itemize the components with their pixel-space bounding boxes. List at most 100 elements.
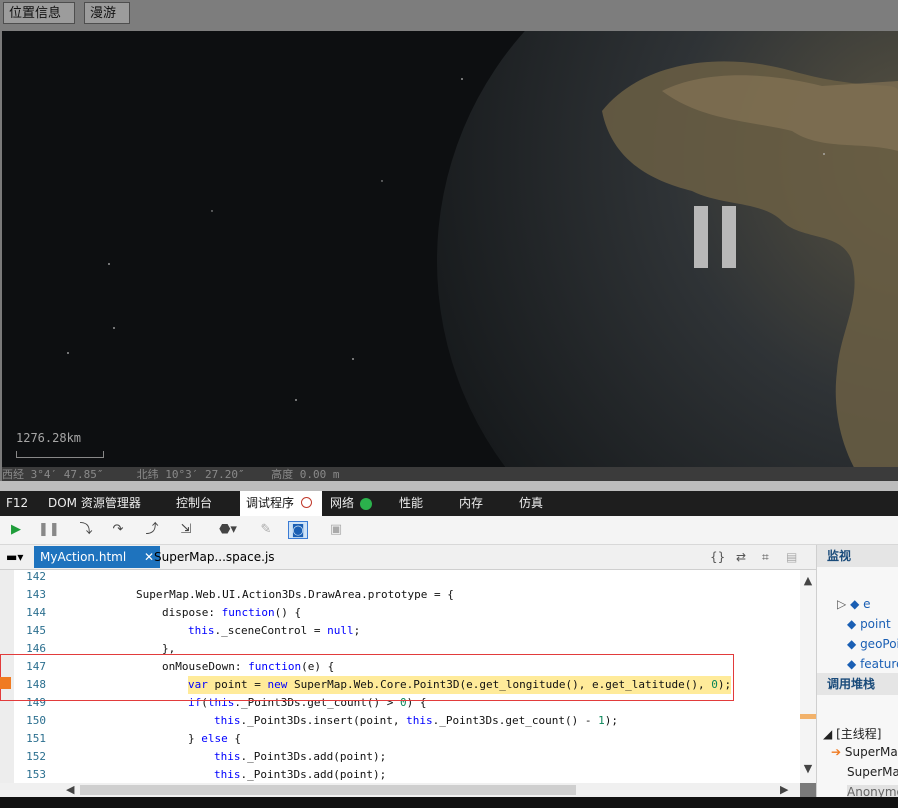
just-my-code-icon[interactable]: ◙	[288, 521, 308, 539]
continue-icon[interactable]: ▶	[6, 521, 26, 539]
right-panel: 监视 ▷ ◆ e ◆ point ◆ geoPoi ◆ feature 调用堆栈…	[816, 545, 898, 808]
tab-debugger-label: 调试程序	[246, 496, 295, 510]
scroll-up-icon[interactable]: ▲	[800, 574, 816, 587]
object-icon: ◆	[847, 657, 857, 671]
line-number: 142	[26, 570, 46, 583]
code-line-144: 144 dispose: function() {	[0, 604, 800, 622]
code-line-145: 145 this._sceneControl = null;	[0, 622, 800, 640]
breakpoint-arrow-icon[interactable]	[0, 677, 11, 689]
line-number: 143	[26, 588, 46, 601]
collapse-icon[interactable]: ◢	[823, 727, 832, 741]
object-icon: ◆	[847, 637, 857, 651]
tab-supermap-js[interactable]: SuperMap...space.js	[148, 546, 281, 568]
devtools-tabbar: F12 DOM 资源管理器 控制台 调试程序 网络 性能 内存 仿真	[0, 491, 898, 516]
line-number: 153	[26, 768, 46, 781]
object-icon: ◆	[847, 617, 857, 631]
horizontal-scroll-thumb[interactable]	[80, 785, 576, 795]
callstack-frame[interactable]: SuperMap	[847, 765, 898, 779]
scroll-left-icon[interactable]: ◀	[66, 783, 74, 796]
current-line-highlight-box	[0, 654, 734, 701]
tab-console[interactable]: 控制台	[170, 491, 218, 516]
exception-behavior-icon[interactable]: ⬣▾	[214, 521, 242, 539]
callstack-frame[interactable]: ➔ SuperMap	[831, 745, 898, 759]
code-line-151: 151 } else {	[0, 730, 800, 748]
watch-label: point	[860, 617, 891, 631]
line-number: 145	[26, 624, 46, 637]
watch-item-feature[interactable]: ◆ feature	[847, 657, 898, 671]
pause-bar-left	[694, 206, 708, 268]
scale-bar	[16, 451, 104, 458]
line-code: } else {	[188, 732, 241, 745]
line-code: this._Point3Ds.insert(point, this._Point…	[214, 714, 619, 727]
disable-breakpoints-icon[interactable]: ✎	[256, 521, 276, 539]
expand-icon[interactable]: ▷	[837, 597, 846, 611]
tab-myaction-label: MyAction.html	[40, 550, 127, 564]
thread-item[interactable]: ◢ [主线程]	[823, 725, 881, 742]
code-line-143: 143 SuperMap.Web.UI.Action3Ds.DrawArea.pr…	[0, 586, 800, 604]
watch-label: feature	[860, 657, 898, 671]
line-code: SuperMap.Web.UI.Action3Ds.DrawArea.proto…	[136, 588, 454, 601]
pretty-print-icon[interactable]: {}	[704, 546, 731, 568]
tab-debugger[interactable]: 调试程序	[240, 491, 322, 516]
step-out-icon[interactable]: ⤴	[142, 521, 162, 539]
break-on-new-worker-icon[interactable]: ⇲	[176, 521, 196, 539]
step-into-icon[interactable]: ⤵	[76, 521, 96, 539]
scroll-down-icon[interactable]: ▼	[800, 762, 816, 775]
scroll-marker	[800, 714, 816, 719]
scroll-right-icon[interactable]: ▶	[780, 783, 788, 796]
debugger-toolbar: ▶ ❚❚ ⤵ ↷ ⤴ ⇲ ⬣▾ ✎ ◙ ▣	[0, 516, 898, 545]
line-code: this._Point3Ds.add(point);	[214, 750, 387, 763]
code-line-142: 142	[0, 570, 800, 586]
code-editor[interactable]: 142 143 SuperMap.Web.UI.Action3Ds.DrawAre…	[0, 570, 800, 783]
pause-bar-right	[722, 206, 736, 268]
line-number: 150	[26, 714, 46, 727]
globe-scene	[67, 31, 898, 481]
step-over-icon[interactable]: ↷	[108, 521, 128, 539]
frame-label: SuperMap	[844, 745, 898, 759]
coordinate-bar: 西经 3°4′ 47.85″ 北纬 10°3′ 27.20″ 高度 0.00 m	[2, 467, 898, 481]
tab-network[interactable]: 网络	[324, 491, 378, 516]
code-line-150: 150 this._Point3Ds.insert(point, this._Po…	[0, 712, 800, 730]
code-line-153: 153 this._Point3Ds.add(point);	[0, 766, 800, 783]
current-frame-arrow-icon: ➔	[831, 745, 842, 759]
line-number: 144	[26, 606, 46, 619]
editor-vertical-scrollbar[interactable]: ▲ ▼	[800, 570, 816, 783]
tab-myaction-html[interactable]: MyAction.html ✕	[34, 546, 160, 568]
line-code: dispose: function() {	[162, 606, 302, 619]
watch-label: geoPoi	[860, 637, 898, 651]
line-code: this._sceneControl = null;	[188, 624, 361, 637]
object-icon: ◆	[850, 597, 860, 611]
line-number: 152	[26, 750, 46, 763]
editor-horizontal-scrollbar[interactable]: ◀ ▶	[0, 783, 800, 797]
roam-button[interactable]: 漫游	[84, 2, 130, 24]
divider-strip	[0, 481, 898, 491]
source-map-icon[interactable]: ▣	[326, 521, 346, 539]
watch-item-geopoi[interactable]: ◆ geoPoi	[847, 637, 898, 651]
globe-viewer[interactable]: 1276.28km 西经 3°4′ 47.85″ 北纬 10°3′ 27.20″…	[2, 31, 898, 481]
record-icon	[359, 497, 372, 510]
tab-performance[interactable]: 性能	[393, 491, 429, 516]
tab-memory[interactable]: 内存	[453, 491, 489, 516]
line-code: this._Point3Ds.add(point);	[214, 768, 387, 781]
location-info-button[interactable]: 位置信息	[3, 2, 75, 24]
debug-just-my-code-icon[interactable]: ⌗	[756, 546, 775, 568]
scale-label: 1276.28km	[16, 431, 82, 445]
top-toolbar: 位置信息 漫游	[0, 0, 898, 31]
tab-emulation[interactable]: 仿真	[513, 491, 549, 516]
tab-f12[interactable]: F12	[0, 491, 34, 516]
taskbar	[0, 797, 898, 808]
tab-dom-explorer[interactable]: DOM 资源管理器	[42, 491, 147, 516]
thread-label: [主线程]	[836, 727, 882, 741]
watch-item-e[interactable]: ▷ ◆ e	[837, 597, 871, 611]
pause-icon[interactable]: ❚❚	[38, 521, 60, 539]
callstack-header: 调用堆栈	[817, 673, 898, 695]
clear-breakpoints-icon[interactable]: ▤	[780, 546, 803, 568]
line-number: 151	[26, 732, 46, 745]
code-line-152: 152 this._Point3Ds.add(point);	[0, 748, 800, 766]
watch-label: e	[863, 597, 871, 611]
pause-state-icon	[300, 497, 312, 508]
tab-network-label: 网络	[330, 496, 355, 510]
word-wrap-icon[interactable]: ⇄	[730, 546, 752, 568]
watch-header: 监视	[817, 545, 898, 567]
watch-item-point[interactable]: ◆ point	[847, 617, 891, 631]
